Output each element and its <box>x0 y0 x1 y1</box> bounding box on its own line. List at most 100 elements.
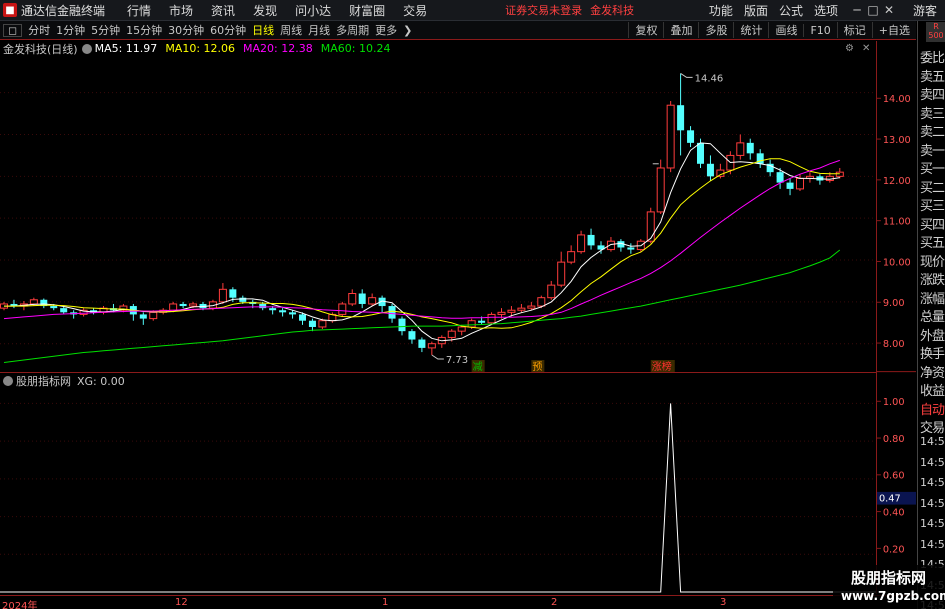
quote-item[interactable]: 收益 <box>920 380 945 399</box>
candle-body-down <box>299 314 306 321</box>
quote-item[interactable]: 自动 <box>920 399 945 418</box>
quote-item[interactable]: 交易 <box>920 417 945 436</box>
period-daily[interactable]: 日线 <box>252 22 274 38</box>
candle-body-down <box>776 172 784 183</box>
menu-wealth[interactable]: 财富圈 <box>349 2 385 19</box>
quote-item[interactable]: 换手 <box>920 343 945 362</box>
more-chevron-icon[interactable]: ❯ <box>403 24 412 37</box>
quote-item[interactable]: 卖二 <box>920 121 945 140</box>
period-intraday[interactable]: 分时 <box>28 22 50 38</box>
menu-options[interactable]: 选项 <box>814 2 838 19</box>
r500-badge[interactable]: R 500 <box>926 22 945 42</box>
quote-item[interactable]: 外盘 <box>920 325 945 344</box>
period-30min[interactable]: 30分钟 <box>168 22 204 38</box>
candle-body-down <box>478 320 486 323</box>
candle-body-down <box>358 293 366 304</box>
quote-column: R 500 委比 卖五 卖四 卖三 卖二 卖一 买一 买二 买三 买四 买五 现价 涨跌 涨幅 总量 外盘 换手… <box>917 21 945 609</box>
candle-body-up <box>487 313 496 324</box>
sub-indicator-dropdown-icon[interactable] <box>3 376 13 386</box>
adjust-button[interactable]: 复权 <box>628 22 663 38</box>
watermark: 股朋指标网 www.7gpzb.com <box>833 565 945 609</box>
candle-body-up <box>646 211 655 242</box>
menu-layout[interactable]: 版面 <box>744 2 768 19</box>
period-more[interactable]: 更多 <box>375 22 397 38</box>
sub-tick-label: 0.20 <box>883 544 905 555</box>
quote-item[interactable]: 买一 <box>920 158 945 177</box>
quote-item[interactable]: 买二 <box>920 177 945 196</box>
period-60min[interactable]: 60分钟 <box>210 22 246 38</box>
chart-window-buttons: ⚙ ✕ <box>845 43 870 54</box>
multi-stock-button[interactable]: 多股 <box>698 22 733 38</box>
chart-close-icon[interactable]: ✕ <box>862 43 870 54</box>
price-tick-label: 9.00 <box>883 298 905 309</box>
ma60-label: MA60: 10.24 <box>320 42 391 55</box>
high-price-label: 14.46 <box>695 73 724 84</box>
menu-discover[interactable]: 发现 <box>253 2 277 19</box>
period-monthly[interactable]: 月线 <box>308 22 330 38</box>
quote-item[interactable]: 卖四 <box>920 84 945 103</box>
candle-body-down <box>746 142 754 154</box>
candle-body-up <box>447 330 456 338</box>
draw-line-button[interactable]: 画线 <box>768 22 803 38</box>
period-weekly[interactable]: 周线 <box>280 22 302 38</box>
period-multi[interactable]: 多周期 <box>336 22 369 38</box>
menu-quotes[interactable]: 行情 <box>127 2 151 19</box>
menu-trade[interactable]: 交易 <box>403 2 427 19</box>
menu-formula[interactable]: 公式 <box>779 2 803 19</box>
period-1min[interactable]: 1分钟 <box>56 22 85 38</box>
candle-body-up <box>318 320 327 328</box>
settings-gear-icon[interactable]: ⚙ <box>845 43 854 54</box>
price-axis: 14.00 13.00 12.00 11.00 10.00 9.00 8.00 1.00 0.8… <box>876 41 916 594</box>
trade-login-warning[interactable]: 证券交易未登录 <box>505 2 582 18</box>
close-icon[interactable]: ✕ <box>881 3 897 17</box>
f10-button[interactable]: F10 <box>803 23 836 37</box>
quote-item[interactable]: 卖三 <box>920 103 945 122</box>
sub-tick-label: 1.00 <box>883 397 905 408</box>
quote-item[interactable]: 卖一 <box>920 140 945 159</box>
quote-item[interactable]: 净资 <box>920 362 945 381</box>
menu-news[interactable]: 资讯 <box>211 2 235 19</box>
event-mark-label: 减 <box>473 361 483 373</box>
candle-body-up <box>796 177 804 190</box>
period-5min[interactable]: 5分钟 <box>91 22 120 38</box>
menu-ask[interactable]: 问小达 <box>295 2 331 19</box>
candlestick-chart[interactable]: 14.46 7.73 减 预 涨榜 <box>0 55 876 373</box>
menu-market[interactable]: 市场 <box>169 2 193 19</box>
quote-item[interactable]: 卖五 <box>920 66 945 85</box>
indicator-chart[interactable] <box>0 388 876 594</box>
quote-item[interactable]: 涨跌 <box>920 269 945 288</box>
x-label-feb: 2 <box>551 597 558 608</box>
guest-user[interactable]: 游客 <box>913 2 937 19</box>
quote-item[interactable]: 买五 <box>920 232 945 251</box>
quote-item[interactable]: 总量 <box>920 306 945 325</box>
candle-body-up <box>467 320 476 328</box>
maximize-icon[interactable]: □ <box>865 3 881 17</box>
quote-item[interactable]: 现价 <box>920 251 945 270</box>
menu-functions[interactable]: 功能 <box>709 2 733 19</box>
mark-button[interactable]: 标记 <box>836 22 872 38</box>
price-tick-label: 11.00 <box>883 217 911 228</box>
price-tick-label: 8.00 <box>883 339 905 350</box>
candle-body-up <box>348 293 357 305</box>
candle-body-down <box>50 306 58 309</box>
tick-time: 14:56 <box>920 517 945 530</box>
quote-item[interactable]: 买三 <box>920 195 945 214</box>
add-watchlist-button[interactable]: +自选 <box>871 22 916 38</box>
toolbar-menu-button[interactable]: ◻ <box>3 23 23 37</box>
overlay-button[interactable]: 叠加 <box>663 22 698 38</box>
candle-body-up <box>666 104 675 169</box>
ma5-label: MA5: 11.97 <box>94 42 158 55</box>
candle-body-down <box>627 247 635 250</box>
candle-body-up <box>567 251 576 263</box>
x-label-jan: 1 <box>382 597 389 608</box>
date-axis: 2024年 12 1 2 3 <box>0 595 916 609</box>
quote-item[interactable]: 涨幅 <box>920 288 945 307</box>
quote-item[interactable]: 买四 <box>920 214 945 233</box>
statistics-button[interactable]: 统计 <box>733 22 768 38</box>
price-tick-label: 10.00 <box>883 257 911 268</box>
minimize-icon[interactable]: ─ <box>849 3 865 17</box>
period-15min[interactable]: 15分钟 <box>126 22 162 38</box>
indicator-dropdown-icon[interactable] <box>81 43 92 54</box>
candle-body-down <box>388 306 396 319</box>
quote-item[interactable]: 委比 <box>920 47 945 66</box>
